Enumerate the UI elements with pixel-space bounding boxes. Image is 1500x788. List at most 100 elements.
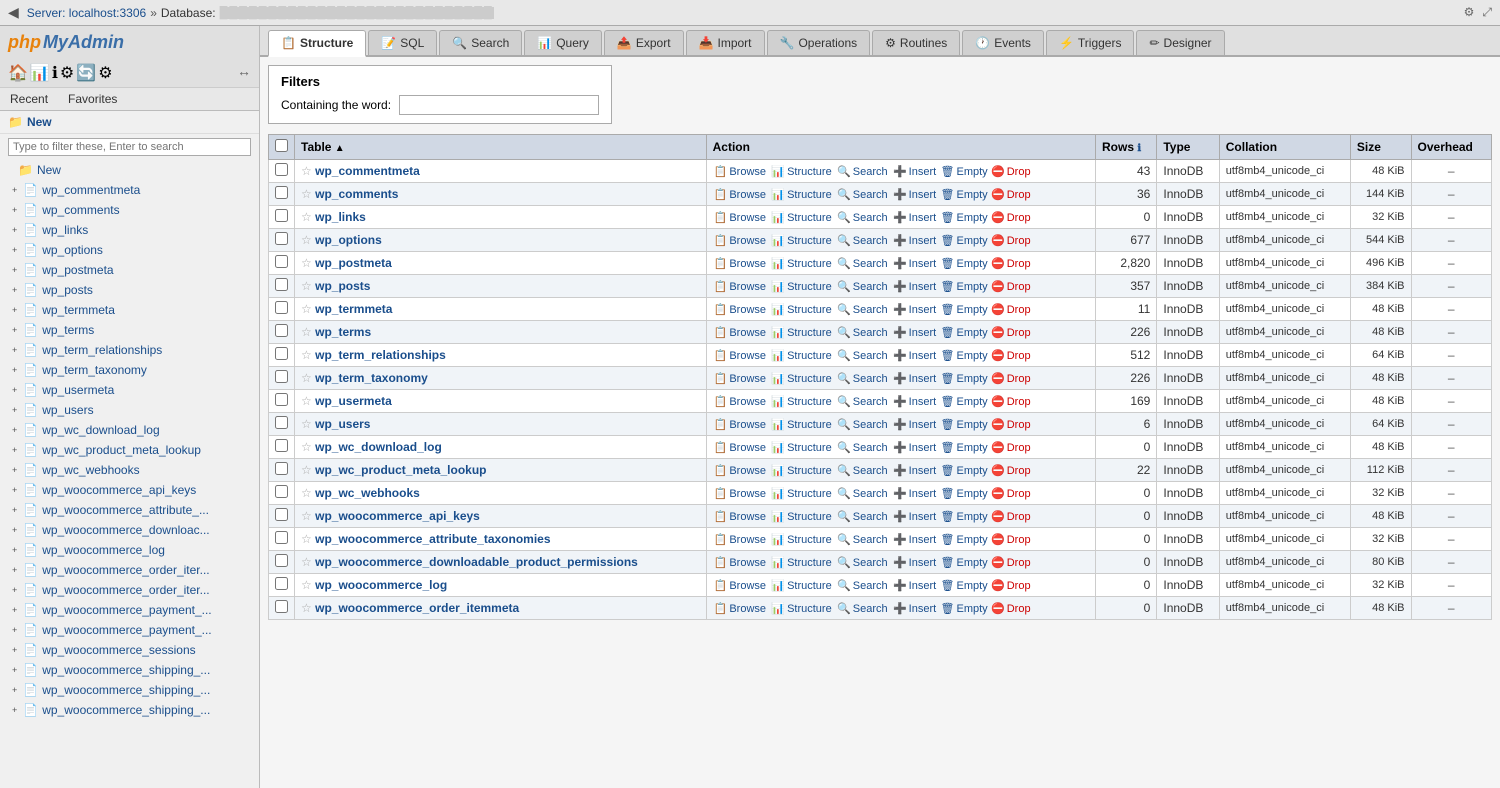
search-link[interactable]: 🔍 Search — [837, 372, 888, 385]
sidebar-item-downloadable[interactable]: + 📄 wp_woocommerce_downloac... — [0, 520, 259, 540]
search-link[interactable]: 🔍 Search — [837, 280, 888, 293]
browse-link[interactable]: 📋 Browse — [714, 188, 766, 201]
tab-search[interactable]: 🔍 Search — [439, 30, 522, 55]
search-link[interactable]: 🔍 Search — [837, 441, 888, 454]
tab-import[interactable]: 📥 Import — [686, 30, 765, 55]
structure-link[interactable]: 📊 Structure — [771, 326, 831, 339]
sidebar-item-wc-webhooks[interactable]: + 📄 wp_wc_webhooks — [0, 460, 259, 480]
row-checkbox[interactable] — [275, 462, 288, 475]
sidebar-item-comments[interactable]: + 📄 wp_comments — [0, 200, 259, 220]
insert-link[interactable]: ➕ Insert — [893, 441, 936, 454]
sidebar-item-shipping2[interactable]: + 📄 wp_woocommerce_shipping_... — [0, 680, 259, 700]
search-link[interactable]: 🔍 Search — [837, 326, 888, 339]
empty-link[interactable]: 🗑 Empty — [941, 510, 988, 523]
browse-link[interactable]: 📋 Browse — [714, 441, 766, 454]
structure-link[interactable]: 📊 Structure — [771, 349, 831, 362]
sidebar-item-payment2[interactable]: + 📄 wp_woocommerce_payment_... — [0, 620, 259, 640]
empty-link[interactable]: 🗑 Empty — [941, 234, 988, 247]
structure-link[interactable]: 📊 Structure — [771, 234, 831, 247]
drop-link[interactable]: ⛔ Drop — [991, 556, 1031, 569]
info-icon[interactable]: ℹ — [52, 63, 58, 83]
table-name-link[interactable]: wp_wc_webhooks — [315, 486, 420, 500]
empty-link[interactable]: 🗑 Empty — [941, 280, 988, 293]
empty-link[interactable]: 🗑 Empty — [941, 533, 988, 546]
star-icon[interactable]: ☆ — [301, 463, 312, 477]
table-name-link[interactable]: wp_woocommerce_downloadable_product_perm… — [315, 555, 638, 569]
row-checkbox[interactable] — [275, 163, 288, 176]
structure-link[interactable]: 📊 Structure — [771, 188, 831, 201]
sidebar-item-shipping3[interactable]: + 📄 wp_woocommerce_shipping_... — [0, 700, 259, 720]
tab-sql[interactable]: 📝 SQL — [368, 30, 437, 55]
insert-link[interactable]: ➕ Insert — [893, 556, 936, 569]
search-link[interactable]: 🔍 Search — [837, 533, 888, 546]
empty-link[interactable]: 🗑 Empty — [941, 257, 988, 270]
sidebar-new-db[interactable]: 📁 New — [0, 111, 259, 134]
structure-link[interactable]: 📊 Structure — [771, 165, 831, 178]
browse-link[interactable]: 📋 Browse — [714, 326, 766, 339]
structure-link[interactable]: 📊 Structure — [771, 395, 831, 408]
structure-link[interactable]: 📊 Structure — [771, 257, 831, 270]
browse-link[interactable]: 📋 Browse — [714, 211, 766, 224]
empty-link[interactable]: 🗑 Empty — [941, 487, 988, 500]
structure-link[interactable]: 📊 Structure — [771, 533, 831, 546]
insert-link[interactable]: ➕ Insert — [893, 234, 936, 247]
sidebar-item-posts[interactable]: + 📄 wp_posts — [0, 280, 259, 300]
browse-link[interactable]: 📋 Browse — [714, 395, 766, 408]
tab-events[interactable]: 🕐 Events — [962, 30, 1044, 55]
table-name-link[interactable]: wp_term_taxonomy — [315, 371, 428, 385]
insert-link[interactable]: ➕ Insert — [893, 510, 936, 523]
structure-link[interactable]: 📊 Structure — [771, 579, 831, 592]
star-icon[interactable]: ☆ — [301, 325, 312, 339]
star-icon[interactable]: ☆ — [301, 555, 312, 569]
table-name-link[interactable]: wp_terms — [315, 325, 371, 339]
browse-link[interactable]: 📋 Browse — [714, 602, 766, 615]
empty-link[interactable]: 🗑 Empty — [941, 602, 988, 615]
browse-link[interactable]: 📋 Browse — [714, 487, 766, 500]
sidebar-item-postmeta[interactable]: + 📄 wp_postmeta — [0, 260, 259, 280]
drop-link[interactable]: ⛔ Drop — [991, 533, 1031, 546]
insert-link[interactable]: ➕ Insert — [893, 464, 936, 477]
structure-link[interactable]: 📊 Structure — [771, 418, 831, 431]
rows-info-icon[interactable]: ℹ — [1137, 143, 1141, 154]
insert-link[interactable]: ➕ Insert — [893, 257, 936, 270]
drop-link[interactable]: ⛔ Drop — [991, 464, 1031, 477]
insert-link[interactable]: ➕ Insert — [893, 165, 936, 178]
drop-link[interactable]: ⛔ Drop — [991, 165, 1031, 178]
sidebar-item-wc-download-log[interactable]: + 📄 wp_wc_download_log — [0, 420, 259, 440]
empty-link[interactable]: 🗑 Empty — [941, 188, 988, 201]
browse-link[interactable]: 📋 Browse — [714, 280, 766, 293]
search-link[interactable]: 🔍 Search — [837, 418, 888, 431]
structure-link[interactable]: 📊 Structure — [771, 510, 831, 523]
empty-link[interactable]: 🗑 Empty — [941, 395, 988, 408]
structure-link[interactable]: 📊 Structure — [771, 280, 831, 293]
refresh-icon[interactable]: 🔄 — [76, 63, 96, 83]
star-icon[interactable]: ☆ — [301, 210, 312, 224]
back-button[interactable]: ◀ — [8, 4, 19, 21]
table-name-link[interactable]: wp_links — [315, 210, 366, 224]
insert-link[interactable]: ➕ Insert — [893, 303, 936, 316]
insert-link[interactable]: ➕ Insert — [893, 188, 936, 201]
table-name-link[interactable]: wp_wc_product_meta_lookup — [315, 463, 486, 477]
home-icon[interactable]: 🏠 — [8, 63, 28, 83]
drop-link[interactable]: ⛔ Drop — [991, 487, 1031, 500]
table-name-link[interactable]: wp_woocommerce_attribute_taxonomies — [315, 532, 550, 546]
star-icon[interactable]: ☆ — [301, 578, 312, 592]
browse-link[interactable]: 📋 Browse — [714, 165, 766, 178]
star-icon[interactable]: ☆ — [301, 394, 312, 408]
sidebar-item-order-item1[interactable]: + 📄 wp_woocommerce_order_iter... — [0, 560, 259, 580]
sidebar-item-terms[interactable]: + 📄 wp_terms — [0, 320, 259, 340]
table-name-link[interactable]: wp_woocommerce_log — [315, 578, 447, 592]
insert-link[interactable]: ➕ Insert — [893, 487, 936, 500]
select-all-checkbox[interactable] — [275, 139, 288, 152]
empty-link[interactable]: 🗑 Empty — [941, 579, 988, 592]
row-checkbox[interactable] — [275, 324, 288, 337]
row-checkbox[interactable] — [275, 232, 288, 245]
tab-structure[interactable]: 📋 Structure — [268, 30, 366, 57]
star-icon[interactable]: ☆ — [301, 532, 312, 546]
star-icon[interactable]: ☆ — [301, 164, 312, 178]
search-link[interactable]: 🔍 Search — [837, 464, 888, 477]
search-link[interactable]: 🔍 Search — [837, 602, 888, 615]
empty-link[interactable]: 🗑 Empty — [941, 211, 988, 224]
drop-link[interactable]: ⛔ Drop — [991, 234, 1031, 247]
sidebar-item-term-relationships[interactable]: + 📄 wp_term_relationships — [0, 340, 259, 360]
